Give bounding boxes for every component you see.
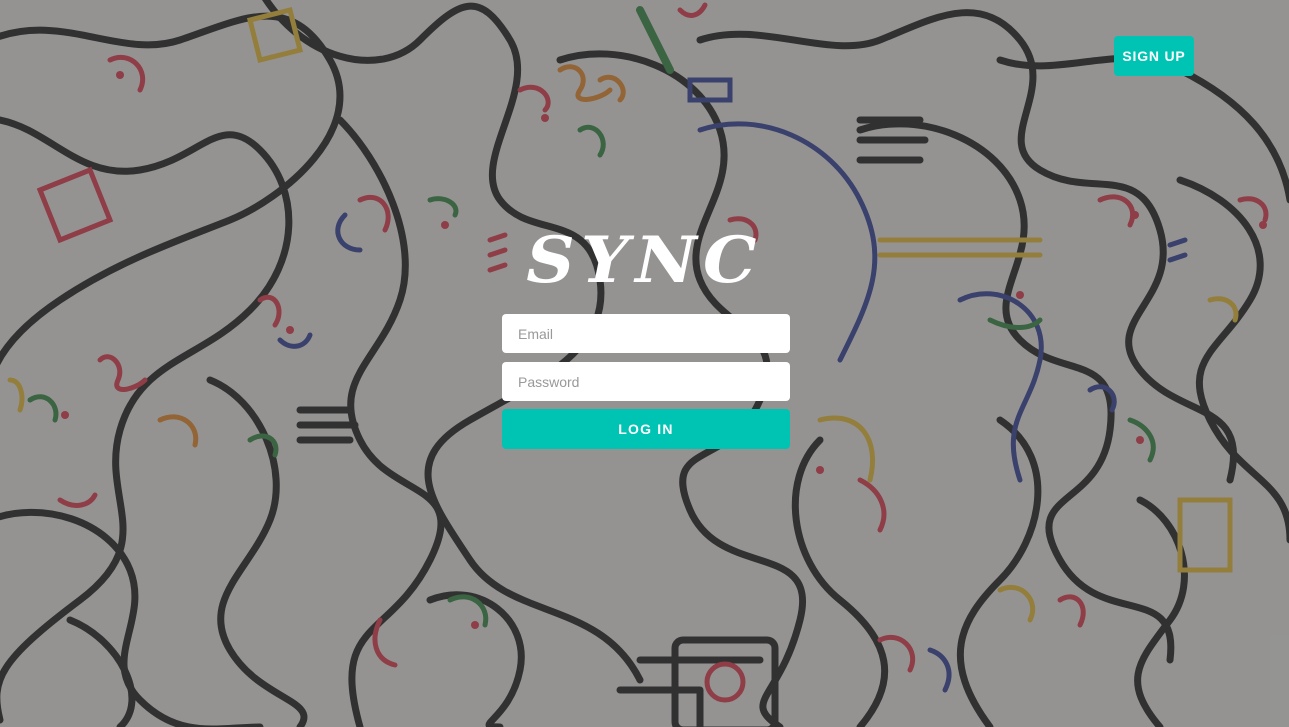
- log-in-button[interactable]: LOG IN: [502, 409, 790, 449]
- sign-up-button[interactable]: SIGN UP: [1114, 36, 1194, 76]
- email-input[interactable]: [502, 314, 790, 353]
- sync-logo: SYNC: [526, 223, 763, 298]
- password-input[interactable]: [502, 362, 790, 401]
